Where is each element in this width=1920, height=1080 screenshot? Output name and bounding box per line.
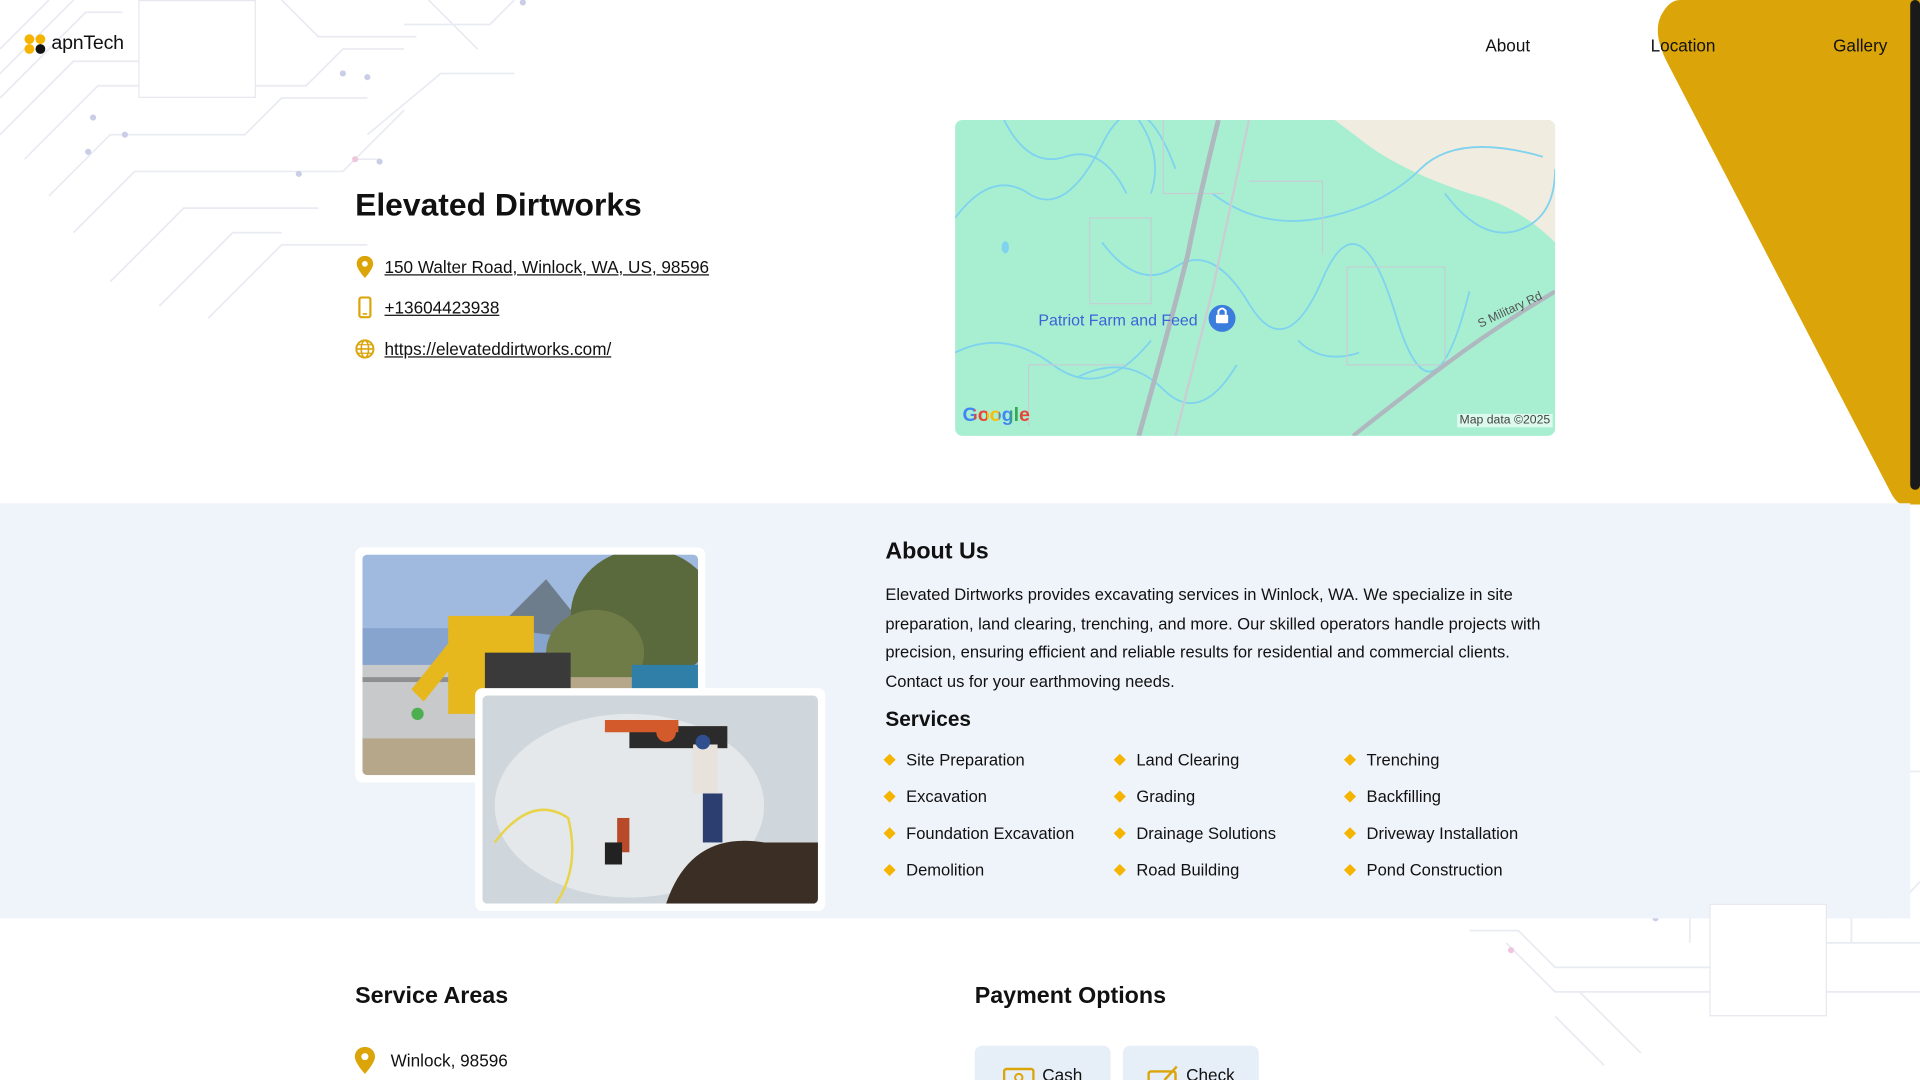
diamond-bullet-icon	[1343, 753, 1357, 766]
service-item: Land Clearing	[1113, 751, 1239, 769]
decorative-box	[1709, 903, 1827, 1017]
map-terrain	[955, 120, 1556, 436]
globe-icon	[355, 339, 375, 359]
payment-option-cash: Cash	[974, 1045, 1111, 1080]
cash-icon	[1003, 1067, 1035, 1080]
diamond-bullet-icon	[883, 790, 896, 803]
diamond-bullet-icon	[1343, 790, 1357, 803]
diamond-bullet-icon	[1113, 790, 1126, 803]
location-pin-icon	[356, 255, 374, 278]
service-item: Excavation	[883, 787, 987, 806]
location-pin-icon	[354, 1046, 376, 1074]
location-map[interactable]: Patriot Farm and Feed S Military Rd Goog…	[955, 120, 1556, 436]
photo-trenching	[475, 688, 826, 912]
service-item: Drainage Solutions	[1113, 824, 1276, 842]
decorative-yellow-band	[1657, 0, 1920, 505]
diamond-bullet-icon	[883, 753, 896, 766]
address-row: 150 Walter Road, Winlock, WA, US, 98596	[355, 255, 709, 278]
diamond-bullet-icon	[1113, 863, 1126, 877]
page: apnTech About Location Gallery Elevated …	[0, 0, 1920, 1080]
diamond-bullet-icon	[1343, 863, 1357, 877]
service-item: Road Building	[1113, 861, 1239, 879]
service-item: Backfilling	[1343, 787, 1441, 806]
phone-icon	[358, 296, 372, 319]
website-row: https://elevateddirtworks.com/	[355, 338, 611, 360]
diamond-bullet-icon	[883, 863, 896, 877]
service-item: Foundation Excavation	[883, 824, 1074, 842]
service-item: Driveway Installation	[1343, 824, 1518, 842]
service-item: Pond Construction	[1343, 861, 1503, 879]
map-place-label[interactable]: Patriot Farm and Feed	[1038, 311, 1197, 329]
trenching-image	[482, 695, 818, 904]
logo-icon	[24, 32, 46, 56]
decorative-box	[138, 0, 256, 98]
website-link[interactable]: https://elevateddirtworks.com/	[384, 339, 611, 359]
phone-link[interactable]: +13604423938	[384, 298, 499, 318]
diamond-bullet-icon	[1113, 827, 1126, 840]
service-areas-title: Service Areas	[355, 983, 509, 1009]
map-credit: Map data ©2025	[1457, 413, 1553, 428]
business-name: Elevated Dirtworks	[355, 186, 642, 223]
diamond-bullet-icon	[1343, 827, 1357, 840]
service-item: Demolition	[883, 861, 984, 879]
service-item: Grading	[1113, 787, 1195, 806]
about-title: About Us	[885, 538, 989, 565]
nav-gallery[interactable]: Gallery	[1833, 36, 1887, 56]
address-link[interactable]: 150 Walter Road, Winlock, WA, US, 98596	[384, 257, 709, 277]
about-text: Elevated Dirtworks provides excavating s…	[885, 585, 1541, 691]
nav-location[interactable]: Location	[1651, 36, 1716, 56]
brand-name: apnTech	[51, 33, 124, 54]
brand-logo[interactable]: apnTech	[24, 32, 124, 56]
phone-row: +13604423938	[355, 296, 499, 319]
service-item: Trenching	[1343, 751, 1439, 769]
diamond-bullet-icon	[883, 827, 896, 840]
scrollbar-thumb[interactable]	[1910, 0, 1920, 490]
check-icon	[1146, 1065, 1178, 1080]
payment-options-title: Payment Options	[974, 983, 1167, 1009]
nav-about[interactable]: About	[1485, 36, 1530, 56]
diamond-bullet-icon	[1113, 753, 1126, 766]
service-area-item: Winlock, 98596	[354, 1046, 508, 1074]
services-title: Services	[885, 707, 971, 732]
service-item: Site Preparation	[883, 751, 1025, 769]
map-provider-logo: Google	[962, 405, 1030, 427]
payment-option-check: Check	[1122, 1045, 1259, 1080]
